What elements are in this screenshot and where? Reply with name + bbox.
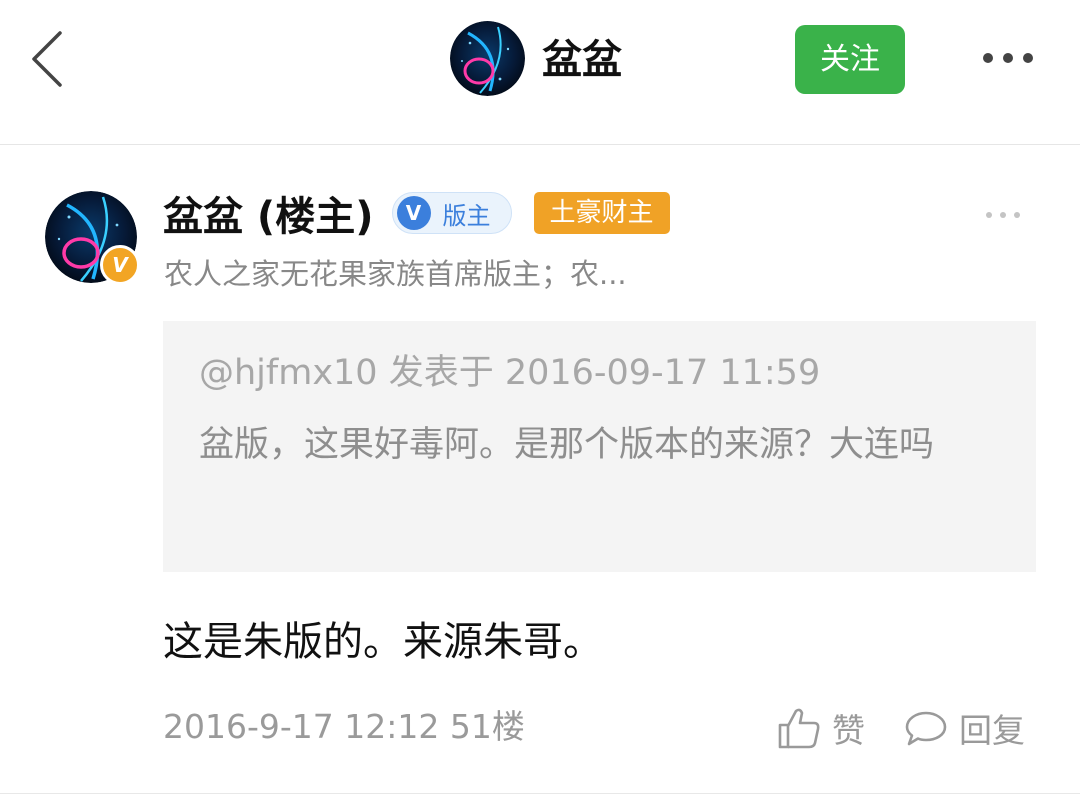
follow-button[interactable]: 关注 (795, 25, 905, 94)
header-avatar[interactable] (450, 21, 525, 96)
verified-v-icon: V (396, 196, 431, 230)
like-label: 赞 (832, 711, 865, 750)
wealth-badge: 土豪财主 (533, 192, 670, 234)
post-more-button[interactable] (983, 203, 1023, 227)
vip-badge: V (100, 245, 140, 285)
moderator-badge-label: 版主 (442, 201, 491, 230)
post-meta: 2016-9-17 12:12 51楼 (163, 707, 525, 746)
thumbs-up-icon (778, 708, 820, 749)
chevron-left-icon (32, 31, 62, 87)
like-button[interactable]: 赞 (776, 700, 865, 756)
author-avatar[interactable]: V (45, 191, 140, 285)
author-signature: 农人之家无花果家族首席版主；农... (164, 257, 627, 291)
author-name[interactable]: 盆盆 (楼主) (163, 184, 374, 242)
back-button[interactable] (24, 24, 74, 94)
quote-header: @hjfmx10 发表于 2016-09-17 11:59 (199, 353, 821, 393)
more-horizontal-icon (983, 53, 1033, 63)
more-button[interactable] (976, 38, 1040, 78)
moderator-badge: V 版主 (391, 192, 512, 234)
post-content: 这是朱版的。来源朱哥。 (163, 619, 603, 665)
reply-label: 回复 (959, 711, 1025, 750)
author-row: 盆盆 (楼主) V 版主 土豪财主 (163, 180, 670, 246)
thread-page: 盆盆 关注 V 盆盆 (楼主) V 版主 土豪财主 农人之家无花果家族首席版主；… (0, 0, 1080, 811)
header-title: 盆盆 (542, 37, 622, 83)
quote-body: 盆版，这果好毒阿。是那个版本的来源？大连吗 (199, 425, 935, 465)
divider (0, 793, 1080, 794)
quoted-post[interactable]: @hjfmx10 发表于 2016-09-17 11:59 盆版，这果好毒阿。是… (163, 321, 1036, 572)
top-bar: 盆盆 关注 (0, 0, 1080, 145)
reply-button[interactable]: 回复 (903, 700, 1025, 756)
comment-bubble-icon (905, 711, 947, 746)
more-horizontal-icon (986, 212, 1020, 218)
